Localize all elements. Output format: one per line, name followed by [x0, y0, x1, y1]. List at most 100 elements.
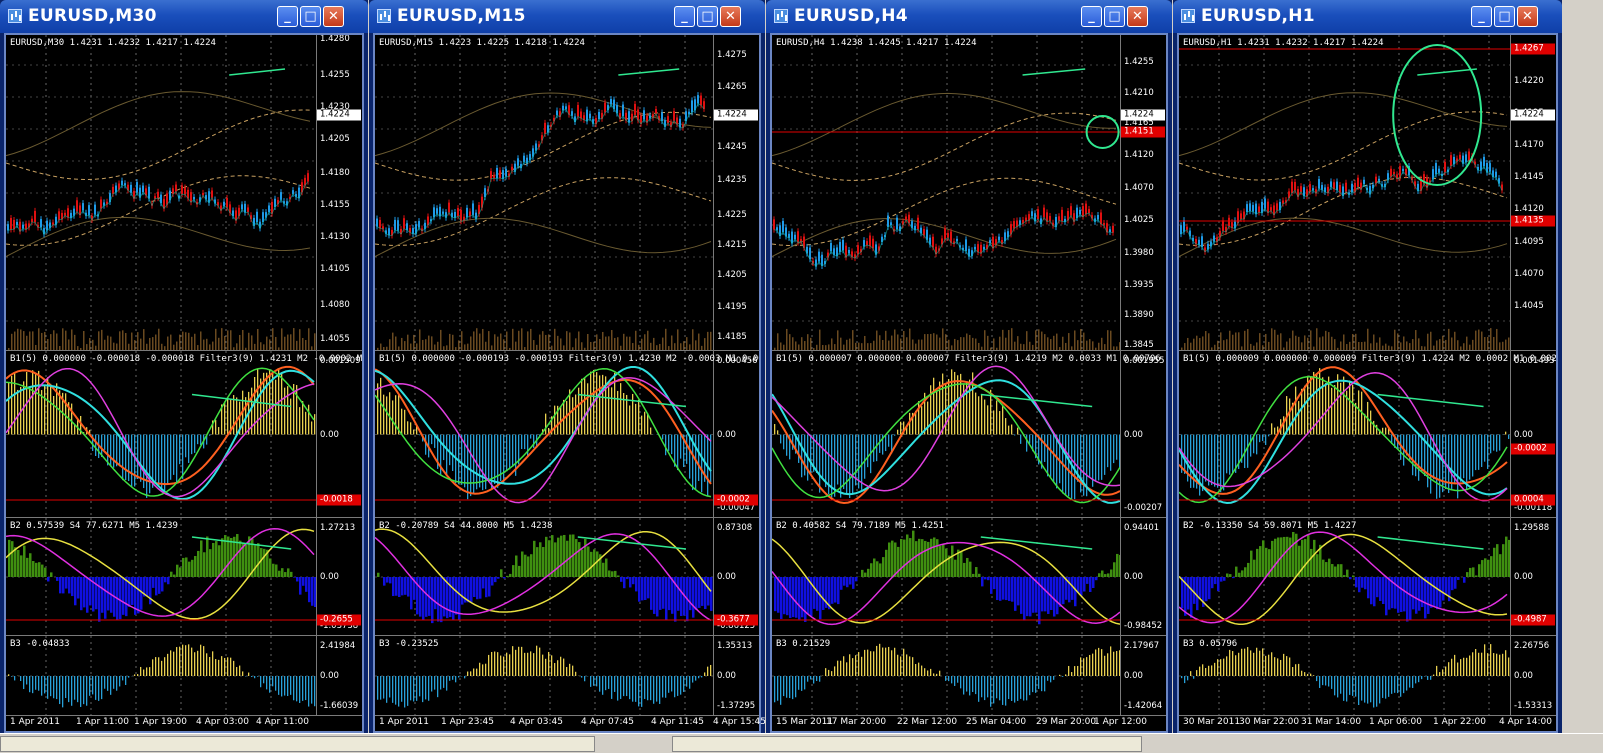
price-axis: 1.4280 1.4255 1.4230 1.4205 1.4180 1.4155 1.41…: [316, 35, 362, 350]
level-price-tag: 1.4267: [1511, 43, 1555, 55]
time-axis: 15 Mar 2011 17 Mar 20:00 22 Mar 12:00 25 Ma…: [772, 716, 1147, 730]
close-button[interactable]: ✕: [720, 6, 741, 27]
indicator-tick-label: 1.27213: [320, 523, 356, 533]
price-tick-label: 1.4215: [717, 240, 747, 250]
b1-indicator-info: B1(5) 0.000007 0.000000 0.000007 Filter3…: [776, 354, 1166, 364]
chart-app-icon: [8, 9, 22, 23]
price-axis: 0.000456 0.00 -0.00047 -0.0002: [713, 351, 759, 517]
chart-window-h4[interactable]: EURUSD,H4 _ □ ✕ 1.4255 1.4210 1.4165 1.4120 1.40…: [766, 0, 1172, 733]
price-tick-label: 1.4025: [1124, 215, 1154, 225]
b2-indicator-pane: 0.87308 0.00 -0.86125 -0.3677 B2 -0.20789 S4…: [375, 518, 759, 636]
indicator-tick-label: 0.00: [1124, 429, 1143, 440]
price-axis: 1.27213 0.00 -1.03738 -0.2655: [316, 518, 362, 635]
price-tick-label: 1.4070: [1514, 269, 1544, 279]
price-tick-label: 1.4095: [1514, 237, 1544, 247]
chart-client-area: 1.42451.42201.41951.41701.41451.41201.40…: [1177, 33, 1558, 733]
time-axis: 1 Apr 2011 1 Apr 11:00 1 Apr 19:00 4 Apr 03…: [6, 716, 316, 730]
indicator-tick-label: 1.35313: [717, 641, 753, 651]
taskbar-tab-strip[interactable]: [0, 736, 595, 752]
b2-indicator-info: B2 -0.13350 S4 59.8071 M5 1.4227: [1183, 521, 1357, 531]
b3-indicator-info: B3 0.05796: [1183, 639, 1238, 649]
b1-indicator-info: B1(5) 0.000000 -0.000018 -0.000018 Filte…: [10, 354, 362, 364]
taskbar-tab-strip[interactable]: [672, 736, 1142, 752]
price-tick-label: 1.4080: [320, 300, 350, 310]
time-tick-label: 4 Apr 11:00: [256, 717, 309, 727]
b1-indicator-info: B1(5) 0.000009 0.000000 0.000009 Filter3…: [1183, 354, 1556, 364]
title-bar[interactable]: EURUSD,H1 _ □ ✕: [1173, 0, 1562, 33]
current-price-tag: 1.4224: [317, 109, 361, 121]
chart-window-m30[interactable]: EURUSD,M30 _ □ ✕ 1.4280 1.4255 1.4230 1.4205 1.4…: [0, 0, 368, 733]
maximize-button[interactable]: □: [300, 6, 321, 27]
close-button[interactable]: ✕: [323, 6, 344, 27]
minimize-button[interactable]: _: [277, 6, 298, 27]
desktop: EURUSD,M30 _ □ ✕ 1.4280 1.4255 1.4230 1.4205 1.4…: [0, 0, 1603, 753]
main-chart-pane: 1.42751.42651.42551.42451.42351.42251.42…: [375, 35, 759, 351]
time-tick-label: 1 Apr 23:45: [441, 717, 494, 727]
time-tick-label: 30 Mar 22:00: [1239, 717, 1300, 727]
title-bar[interactable]: EURUSD,M15 _ □ ✕: [369, 0, 765, 33]
taskbar: [0, 733, 1603, 753]
b1-indicator-pane: 0.001509 0.00 -0.0018 B1(5) 0.000000 -0.000…: [6, 351, 362, 518]
b1-indicator-pane: 0.001955 0.00 -0.00207 B1(5) 0.000007 0.000…: [772, 351, 1166, 518]
price-tick-label: 1.4205: [717, 270, 747, 280]
main-chart-pane-plot: [772, 35, 1120, 350]
indicator-tick-label: 0.00: [1514, 671, 1533, 681]
indicator-value-tag: -0.0018: [317, 494, 361, 506]
b3-indicator-pane: 2.26756 0.00 -1.53313 B3 0.05796: [1179, 636, 1556, 716]
main-chart-pane: 1.4280 1.4255 1.4230 1.4205 1.4180 1.4155 1.41…: [6, 35, 362, 351]
maximize-button[interactable]: □: [1494, 6, 1515, 27]
chart-ohlc-info: EURUSD,M30 1.4231 1.4232 1.4217 1.4224: [10, 38, 216, 48]
price-axis: 0.001493 0.00 -0.00118 0.0004 -0.0002: [1510, 351, 1556, 517]
price-tick-label: 1.4155: [320, 200, 350, 210]
chart-window-m15[interactable]: EURUSD,M15_□✕1.42751.42651.42551.42451.4…: [369, 0, 766, 733]
chart-app-icon: [774, 9, 788, 23]
time-tick-label: 15 Mar 2011: [776, 717, 834, 727]
b2-indicator-info: B2 0.40582 S4 79.7189 M5 1.4251: [776, 521, 944, 531]
price-tick-label: 1.3980: [1124, 248, 1154, 258]
time-tick-label: 30 Mar 2011: [1183, 717, 1241, 727]
indicator-tick-label: -1.42064: [1124, 701, 1163, 711]
price-axis: 0.001509 0.00 -0.0018: [316, 351, 362, 517]
b1-indicator-info: B1(5) 0.000000 -0.000193 -0.000193 Filte…: [379, 354, 759, 364]
title-bar[interactable]: EURUSD,M30 _ □ ✕: [0, 0, 368, 33]
close-button[interactable]: ✕: [1517, 6, 1538, 27]
chart-window-h1[interactable]: EURUSD,H1_□✕1.42451.42201.41951.41701.41…: [1173, 0, 1562, 733]
time-tick-label: 1 Apr 12:00: [1094, 717, 1147, 727]
chart-client-area: 1.42751.42651.42551.42451.42351.42251.42…: [373, 33, 766, 733]
indicator-value-tag: -0.2655: [317, 614, 361, 626]
maximize-button[interactable]: □: [1104, 6, 1125, 27]
title-bar[interactable]: EURUSD,H4 _ □ ✕: [766, 0, 1172, 33]
indicator-tick-label: 0.00: [717, 671, 736, 681]
b1-indicator-pane: 0.001493 0.00 -0.00118 0.0004 -0.0002 B1(5) 0…: [1179, 351, 1556, 518]
indicator-tick-label: 0.00: [717, 429, 736, 440]
b2-indicator-pane: 1.27213 0.00 -1.03738 -0.2655 B2 0.57539 S4 …: [6, 518, 362, 636]
indicator-tick-label: 0.00: [320, 429, 339, 440]
time-tick-label: 25 Mar 04:00: [966, 717, 1027, 727]
price-tick-label: 1.4045: [1514, 301, 1544, 311]
indicator-tick-label: -0.98452: [1124, 621, 1163, 631]
indicator-value-tag: -0.0002: [714, 494, 758, 506]
time-tick-label: 31 Mar 14:00: [1301, 717, 1362, 727]
price-tick-label: 1.4245: [717, 142, 747, 152]
price-tick-label: 1.4205: [320, 134, 350, 144]
price-tick-label: 1.4220: [1514, 76, 1544, 86]
maximize-button[interactable]: □: [697, 6, 718, 27]
b1-indicator-pane-plot: [6, 351, 316, 517]
indicator-tick-label: 0.00: [1514, 429, 1533, 440]
price-tick-label: 1.4120: [1124, 150, 1154, 160]
price-axis: 1.35313 0.00 -1.37295: [713, 636, 759, 715]
chart-app-icon: [1181, 9, 1195, 23]
minimize-button[interactable]: _: [674, 6, 695, 27]
b2-indicator-pane-plot: [6, 518, 316, 635]
indicator-tick-label: -0.00207: [1124, 503, 1163, 513]
close-button[interactable]: ✕: [1127, 6, 1148, 27]
minimize-button[interactable]: _: [1471, 6, 1492, 27]
b3-indicator-pane: 2.17967 0.00 -1.42064 B3 0.21529: [772, 636, 1166, 716]
minimize-button[interactable]: _: [1081, 6, 1102, 27]
b3-indicator-info: B3 0.21529: [776, 639, 831, 649]
level-price-tag: 1.4151: [1121, 126, 1165, 138]
current-price-tag: 1.4224: [1511, 109, 1555, 121]
chart-ohlc-info: EURUSD,H4 1.4238 1.4245 1.4217 1.4224: [776, 38, 977, 48]
chart-client-area: 1.4255 1.4210 1.4165 1.4120 1.4070 1.4025 1.39…: [770, 33, 1168, 733]
price-tick-label: 1.4055: [320, 334, 350, 344]
